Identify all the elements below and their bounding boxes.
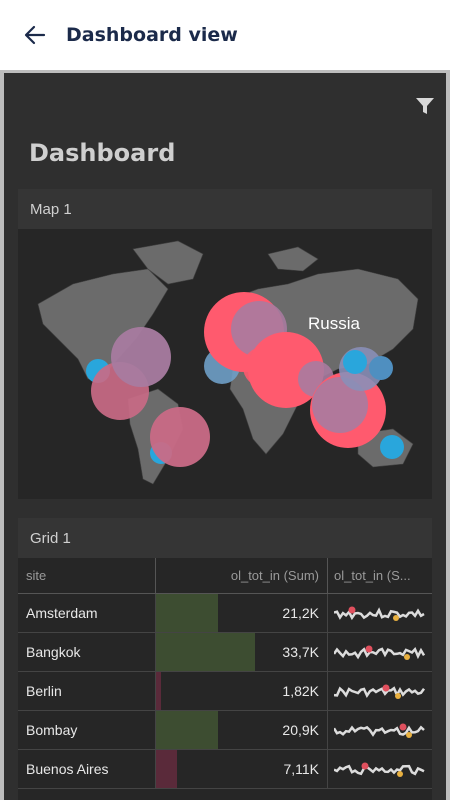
map-card[interactable]: Map 1 Russia — [18, 189, 432, 499]
table-row[interactable]: Bombay 20,9K — [18, 711, 432, 750]
site-cell: Buenos Aires — [18, 750, 156, 788]
sparkline-line — [334, 686, 426, 699]
sparkline-min-point — [406, 732, 412, 738]
table-row[interactable]: Bangkok 33,7K — [18, 633, 432, 672]
site-cell: Bangkok — [18, 633, 156, 671]
sparkline-cell — [328, 711, 432, 749]
sum-cell: 20,9K — [156, 711, 328, 749]
filter-icon[interactable] — [414, 95, 436, 117]
dashboard-title: Dashboard — [29, 139, 176, 167]
dashboard-frame: Dashboard Map 1 Russia Grid 1 site ol_to… — [0, 70, 450, 800]
sparkline — [334, 606, 425, 621]
site-cell: Bombay — [18, 711, 156, 749]
data-bar — [156, 711, 218, 749]
data-bar — [156, 633, 256, 671]
data-bar — [156, 594, 218, 632]
sparkline — [334, 684, 426, 699]
sparkline-min-point — [397, 771, 403, 777]
map-bubble[interactable] — [111, 327, 171, 387]
sparkline — [334, 762, 425, 777]
dashboard-canvas: Dashboard Map 1 Russia Grid 1 site ol_to… — [4, 73, 446, 800]
sparkline — [334, 723, 425, 738]
map-bubble[interactable] — [343, 350, 367, 374]
sparkline-min-point — [395, 693, 401, 699]
sum-cell: 21,2K — [156, 594, 328, 632]
map-bubble[interactable] — [380, 435, 404, 459]
column-header-site[interactable]: site — [18, 558, 156, 593]
sparkline-cell — [328, 672, 432, 710]
map-bubble[interactable] — [150, 407, 210, 467]
grid-header-row: site ol_tot_in (Sum) ol_tot_in (S... — [18, 558, 432, 594]
site-cell: Amsterdam — [18, 594, 156, 632]
sum-cell: 33,7K — [156, 633, 328, 671]
sum-value: 7,11K — [283, 761, 319, 777]
column-header-sum[interactable]: ol_tot_in (Sum) — [156, 558, 328, 593]
world-map[interactable]: Russia — [18, 229, 432, 499]
sparkline-min-point — [404, 654, 410, 660]
data-bar — [156, 672, 162, 710]
sum-value: 1,82K — [282, 683, 319, 699]
map-card-title: Map 1 — [18, 189, 432, 229]
sparkline-cell — [328, 633, 432, 671]
sum-value: 33,7K — [282, 644, 319, 660]
map-country-label: Russia — [308, 314, 361, 333]
sum-value: 21,2K — [282, 605, 319, 621]
sparkline-max-point — [382, 684, 390, 692]
sparkline-line — [334, 764, 425, 776]
grid-rows: Amsterdam 21,2K Bangkok 33,7K Berlin 1,82K Bom… — [18, 594, 432, 789]
map-bubble[interactable] — [369, 356, 393, 380]
sparkline — [334, 645, 426, 660]
sum-value: 20,9K — [282, 722, 319, 738]
sparkline-max-point — [348, 606, 356, 614]
data-bar — [156, 750, 177, 788]
sparkline-cell — [328, 594, 432, 632]
sparkline-line — [334, 607, 425, 621]
site-cell: Berlin — [18, 672, 156, 710]
sparkline-cell — [328, 750, 432, 788]
sparkline-line — [334, 647, 426, 660]
arrow-left-icon[interactable] — [20, 20, 50, 50]
sparkline-min-point — [393, 615, 399, 621]
sum-cell: 1,82K — [156, 672, 328, 710]
table-row[interactable]: Berlin 1,82K — [18, 672, 432, 711]
sparkline-max-point — [361, 762, 369, 770]
grid-card: Grid 1 site ol_tot_in (Sum) ol_tot_in (S… — [18, 518, 432, 800]
table-row[interactable]: Amsterdam 21,2K — [18, 594, 432, 633]
app-bar: Dashboard view — [0, 0, 450, 70]
page-title: Dashboard view — [66, 24, 238, 46]
table-row[interactable]: Buenos Aires 7,11K — [18, 750, 432, 789]
sparkline-max-point — [365, 645, 373, 653]
column-header-sparkline[interactable]: ol_tot_in (S... — [328, 558, 432, 593]
sum-cell: 7,11K — [156, 750, 328, 788]
sparkline-max-point — [399, 723, 407, 731]
grid-card-title: Grid 1 — [18, 518, 432, 558]
